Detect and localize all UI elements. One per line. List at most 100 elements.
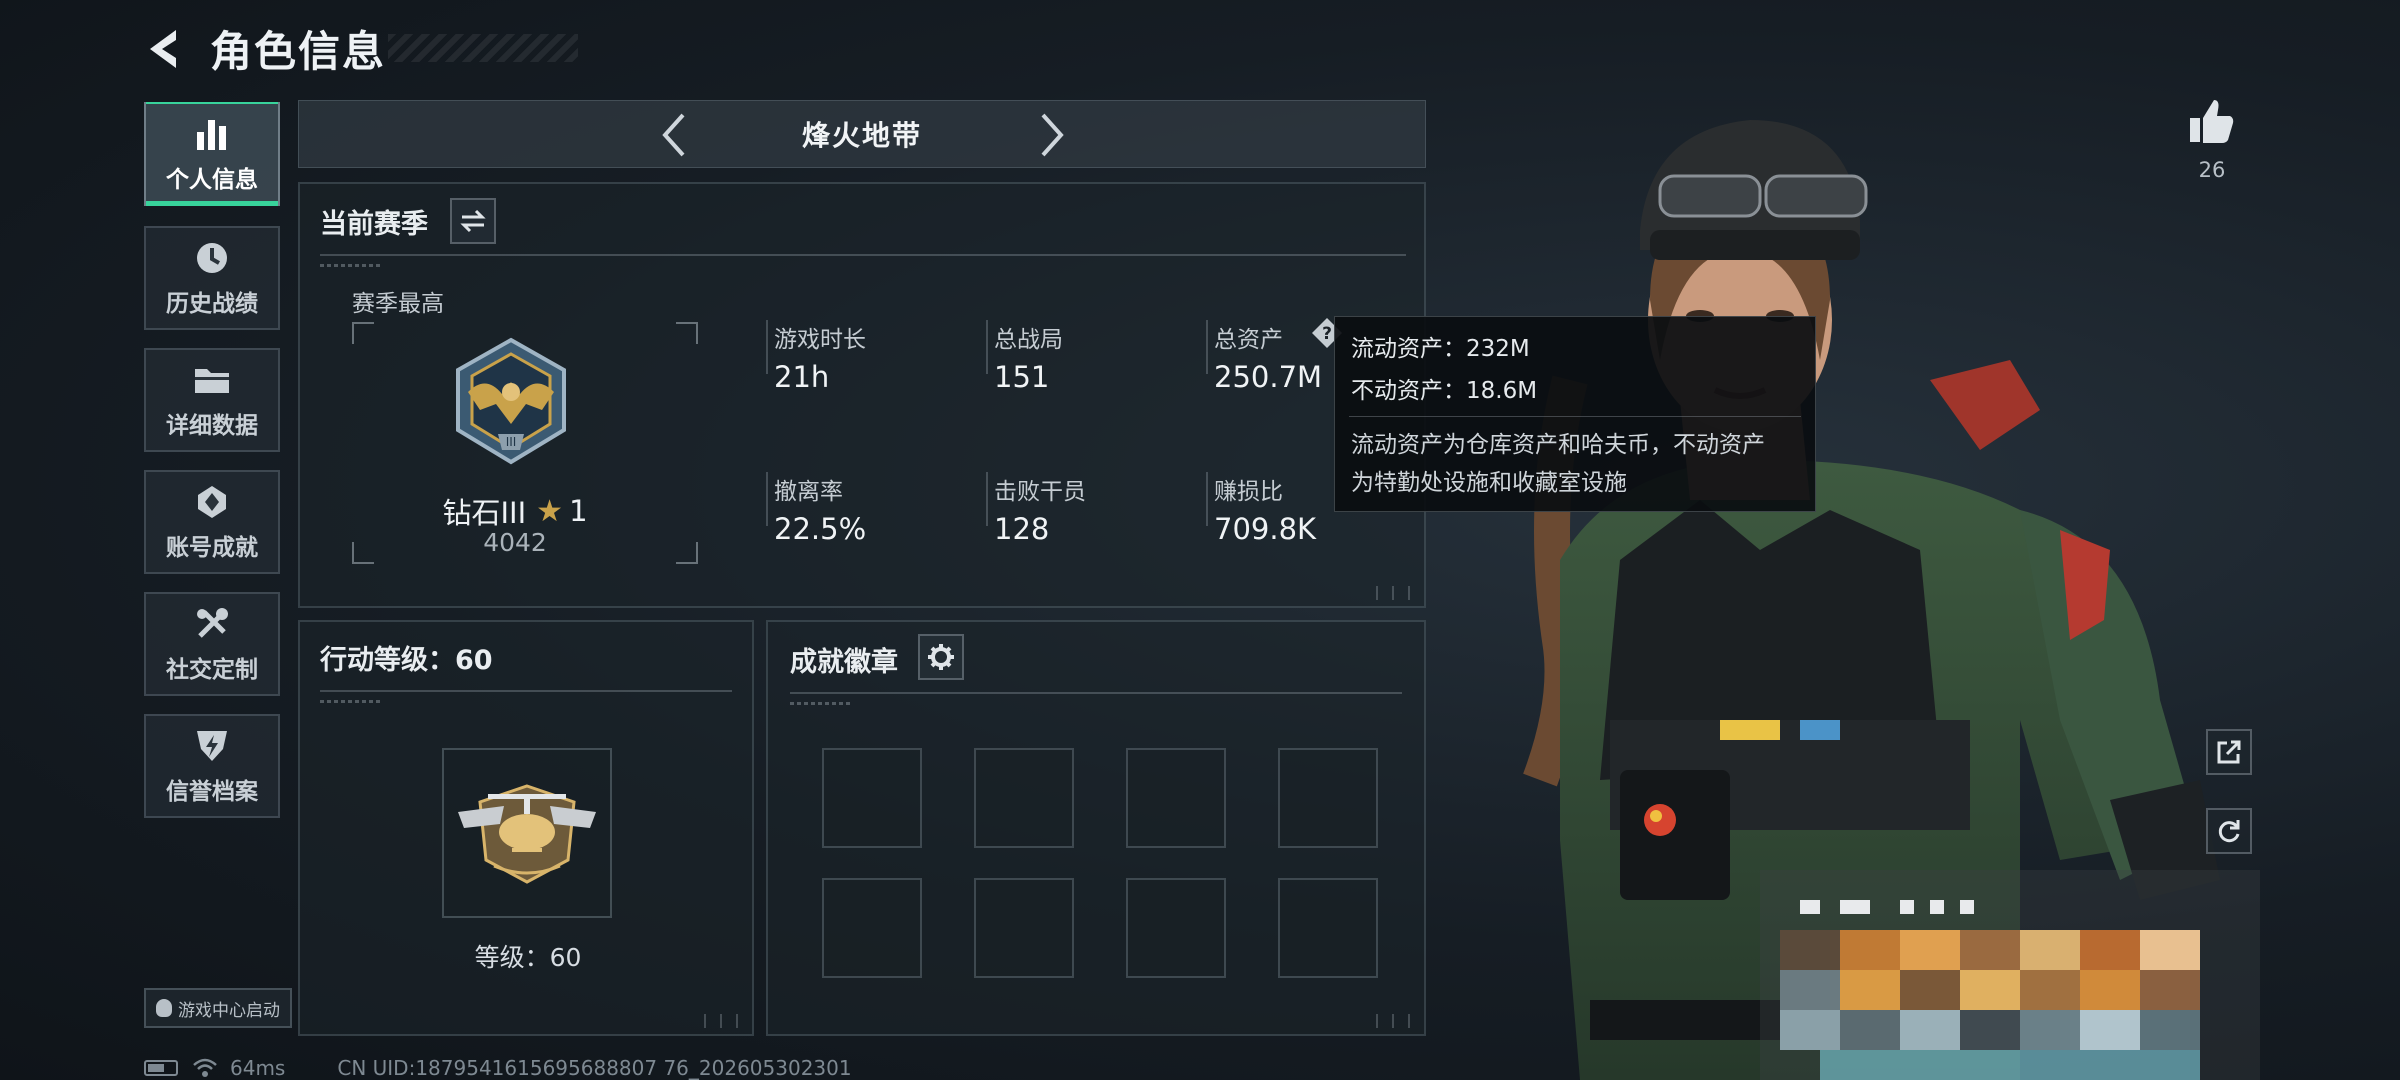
- rank-name: 钻石III: [442, 496, 527, 530]
- badge-slot[interactable]: [1126, 878, 1226, 978]
- frame-corner: [352, 322, 374, 344]
- sidebar-item-credit[interactable]: 信誉档案: [144, 714, 280, 818]
- battery-icon: [144, 1060, 178, 1076]
- wifi-icon: [193, 1058, 217, 1077]
- share-button[interactable]: [2206, 729, 2252, 775]
- redacted-info-mosaic: [1760, 870, 2260, 1080]
- rank-score: 4042: [483, 528, 547, 557]
- badges-title: 成就徽章: [790, 647, 898, 678]
- title-decoration: [388, 34, 578, 62]
- frame-corner: [676, 322, 698, 344]
- ping-text: 64ms: [230, 1056, 286, 1080]
- stat-label-total-assets: 总资产: [1214, 327, 1283, 353]
- stat-label-total-matches: 总战局: [994, 327, 1063, 353]
- sidebar-item-label: 信誉档案: [166, 779, 258, 805]
- tools-icon: [190, 604, 234, 644]
- season-title: 当前赛季: [320, 209, 428, 240]
- history-clock-icon: [190, 238, 234, 278]
- stat-label-operators-defeated: 击败干员: [994, 479, 1086, 505]
- badge-slot[interactable]: [1278, 748, 1378, 848]
- share-icon: [2217, 740, 2241, 764]
- helicopter-badge-icon: [458, 784, 596, 884]
- stat-label-playtime: 游戏时长: [774, 327, 866, 353]
- launch-label: 游戏中心启动: [178, 1000, 280, 1021]
- badges-panel: 成就徽章: [766, 620, 1426, 1036]
- rotate-button[interactable]: [2206, 808, 2252, 854]
- level-panel: 行动等级：60 等级：60: [298, 620, 754, 1036]
- chevron-left-icon: [662, 113, 685, 157]
- svg-text:III: III: [506, 435, 517, 449]
- divider: [320, 690, 732, 692]
- tooltip-divider: [1349, 416, 1801, 417]
- tooltip-liquid-assets: 流动资产：232M: [1351, 336, 1530, 362]
- qq-icon: [156, 999, 172, 1017]
- page-title: 角色信息: [210, 27, 387, 76]
- divider-dash: [320, 700, 380, 703]
- divider: [790, 692, 1402, 694]
- sidebar-item-personal-info[interactable]: 个人信息: [144, 102, 280, 206]
- stat-value-total-assets: 250.7M: [1214, 360, 1323, 394]
- divider: [320, 254, 1406, 256]
- game-center-launch-button[interactable]: 游戏中心启动: [144, 988, 292, 1028]
- corner-decoration: [1368, 586, 1418, 600]
- season-best-label: 赛季最高: [352, 291, 444, 317]
- corner-decoration: [696, 1014, 746, 1028]
- star-icon: ★: [536, 493, 564, 529]
- badge-slot[interactable]: [974, 748, 1074, 848]
- assets-tooltip: 流动资产：232M 不动资产：18.6M 流动资产为仓库资产和哈夫币，不动资产 …: [1334, 316, 1816, 512]
- frame-corner: [352, 542, 374, 564]
- mode-prev-button[interactable]: [651, 109, 701, 161]
- sidebar-item-label: 个人信息: [166, 167, 258, 193]
- badge-slot[interactable]: [974, 878, 1074, 978]
- sidebar-item-social[interactable]: 社交定制: [144, 592, 280, 696]
- mode-title: 烽火地带: [801, 119, 922, 152]
- folder-icon: [190, 360, 234, 400]
- badge-slot[interactable]: [822, 748, 922, 848]
- tooltip-description-line1: 流动资产为仓库资产和哈夫币，不动资产: [1351, 432, 1765, 458]
- season-switch-button[interactable]: [450, 198, 496, 244]
- like-count: 26: [2198, 158, 2226, 182]
- like-button[interactable]: [2188, 96, 2236, 148]
- stat-value-total-matches: 151: [994, 360, 1050, 394]
- uid-text: CN UID:1879541615695688807 76_2026053023…: [337, 1056, 852, 1080]
- tooltip-description-line2: 为特勤处设施和收藏室设施: [1351, 470, 1627, 496]
- swap-icon: [460, 209, 486, 233]
- stat-divider: [766, 472, 768, 526]
- badge-slot[interactable]: [1126, 748, 1226, 848]
- back-arrow-icon: [150, 30, 176, 68]
- stat-divider: [766, 320, 768, 374]
- season-panel: 当前赛季 赛季最高 III 钻石III ★ 1 4042 游戏时长 21h 总战…: [298, 182, 1426, 608]
- gear-icon: [928, 644, 954, 670]
- corner-decoration: [1368, 1014, 1418, 1028]
- badge-settings-button[interactable]: [918, 634, 964, 680]
- sidebar-item-detailed-data[interactable]: 详细数据: [144, 348, 280, 452]
- stat-divider: [986, 472, 988, 526]
- stat-value-profit-ratio: 709.8K: [1214, 512, 1317, 546]
- sidebar-item-label: 账号成就: [166, 535, 258, 561]
- divider-dash: [790, 702, 850, 705]
- tooltip-fixed-assets: 不动资产：18.6M: [1351, 378, 1538, 404]
- stat-divider: [1206, 320, 1208, 374]
- sidebar-item-achievements[interactable]: 账号成就: [144, 470, 280, 574]
- stat-divider: [1206, 472, 1208, 526]
- frame-corner: [676, 542, 698, 564]
- sidebar-item-history[interactable]: 历史战绩: [144, 226, 280, 330]
- badge-slot[interactable]: [1278, 878, 1378, 978]
- sidebar-item-label: 历史战绩: [166, 291, 258, 317]
- bar-chart-icon: [190, 114, 234, 154]
- rank-stars: 1: [569, 494, 588, 528]
- rank-line: 钻石III ★ 1: [400, 490, 630, 532]
- shield-bolt-icon: [190, 726, 234, 766]
- stat-value-extract-rate: 22.5%: [774, 512, 867, 546]
- back-button[interactable]: [140, 24, 190, 74]
- chevron-right-icon: [1041, 113, 1064, 157]
- stat-divider: [986, 320, 988, 374]
- stat-value-playtime: 21h: [774, 360, 830, 394]
- stat-label-extract-rate: 撤离率: [774, 479, 843, 505]
- diamond-rank-emblem-icon: III: [456, 337, 566, 465]
- badge-slot[interactable]: [822, 878, 922, 978]
- rotate-icon: [2218, 820, 2240, 843]
- mode-selector: 烽火地带: [298, 100, 1426, 168]
- svg-text:?: ?: [1322, 324, 1332, 344]
- mode-next-button[interactable]: [1025, 109, 1075, 161]
